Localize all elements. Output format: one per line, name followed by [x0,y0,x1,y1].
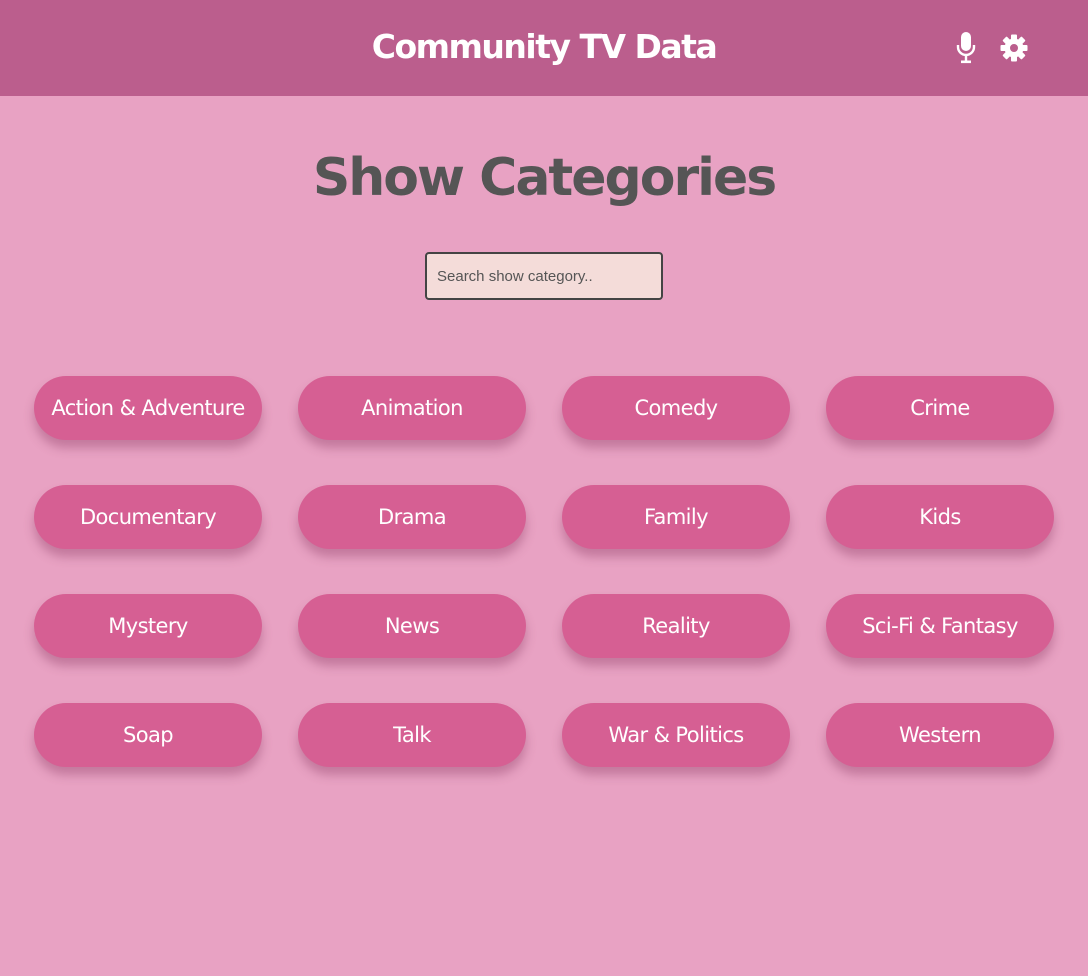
category-button-family[interactable]: Family [562,485,790,549]
search-container [425,252,663,300]
top-bar: Community TV Data [0,0,1088,96]
app-title: Community TV Data [371,27,718,66]
category-button-reality[interactable]: Reality [562,594,790,658]
settings-button[interactable] [996,30,1032,66]
category-button-kids[interactable]: Kids [826,485,1054,549]
category-button-news[interactable]: News [298,594,526,658]
microphone-button[interactable] [948,30,984,66]
category-button-western[interactable]: Western [826,703,1054,767]
category-button-war-politics[interactable]: War & Politics [562,703,790,767]
category-button-soap[interactable]: Soap [34,703,262,767]
category-grid: Action & Adventure Animation Comedy Crim… [34,376,1055,767]
page-title: Show Categories [312,148,777,208]
category-button-documentary[interactable]: Documentary [34,485,262,549]
search-input[interactable] [425,252,663,300]
category-button-comedy[interactable]: Comedy [562,376,790,440]
microphone-icon [956,32,976,64]
category-button-crime[interactable]: Crime [826,376,1054,440]
category-button-drama[interactable]: Drama [298,485,526,549]
category-button-action-adventure[interactable]: Action & Adventure [34,376,262,440]
category-button-sci-fi-fantasy[interactable]: Sci-Fi & Fantasy [826,594,1054,658]
category-button-talk[interactable]: Talk [298,703,526,767]
category-button-animation[interactable]: Animation [298,376,526,440]
category-button-mystery[interactable]: Mystery [34,594,262,658]
gear-icon [1000,34,1028,62]
